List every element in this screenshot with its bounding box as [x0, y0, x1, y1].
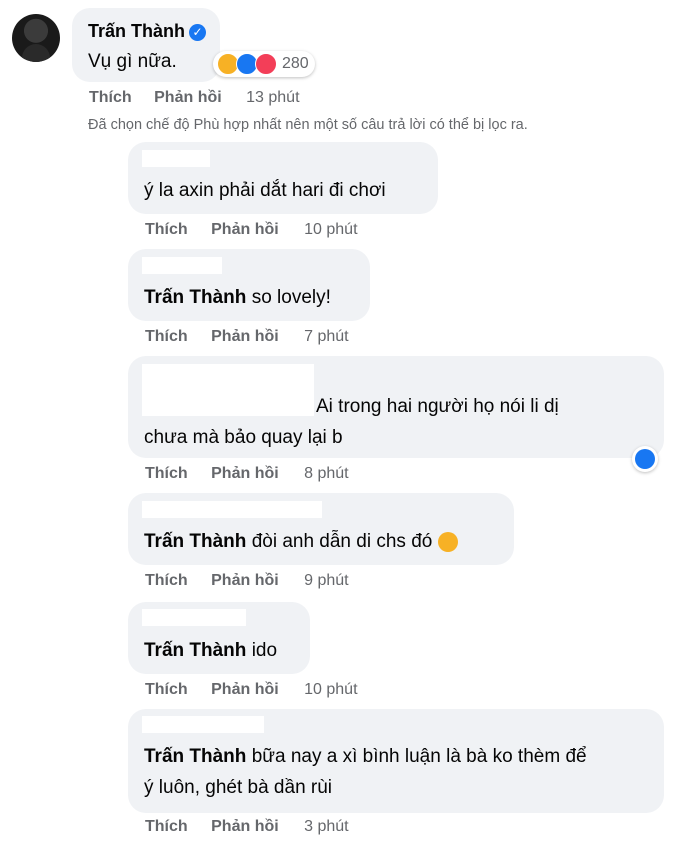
reply-button[interactable]: Phản hồi: [211, 572, 279, 589]
reply-text: ý la axin phải dắt hari đi chơi: [144, 180, 386, 201]
reply-actions: Thích Phản hồi 8 phút: [145, 465, 349, 483]
reply-button[interactable]: Phản hồi: [211, 328, 279, 345]
timestamp[interactable]: 3 phút: [304, 818, 348, 835]
reply-text: Trấn Thành đòi anh dẫn di chs đó: [144, 531, 458, 553]
reply-actions: Thích Phản hồi 10 phút: [145, 681, 358, 699]
reply-actions: Thích Phản hồi 9 phút: [145, 572, 349, 590]
reply-body: ido: [251, 640, 278, 661]
reply-text: Trấn Thành so lovely!: [144, 287, 331, 309]
like-reaction-badge[interactable]: [632, 446, 658, 472]
timestamp[interactable]: 9 phút: [304, 572, 348, 589]
redacted-name: [142, 257, 222, 274]
like-button[interactable]: Thích: [145, 465, 188, 482]
reaction-count: 280: [282, 55, 309, 72]
redacted-name: [142, 716, 264, 733]
reply-button[interactable]: Phản hồi: [211, 818, 279, 835]
redacted-name: [142, 150, 210, 167]
comment-author[interactable]: Trấn Thành ✓: [88, 21, 207, 42]
redacted-name: [142, 609, 246, 626]
love-icon: [255, 53, 277, 75]
like-button[interactable]: Thích: [145, 681, 188, 698]
reply-body: bữa nay a xì bình luận là bà ko thèm để: [251, 746, 587, 767]
avatar[interactable]: [12, 14, 60, 62]
reply-actions: Thích Phản hồi 3 phút: [145, 818, 349, 836]
reply-button[interactable]: Phản hồi: [211, 221, 279, 238]
like-button[interactable]: Thích: [145, 572, 188, 589]
laughing-emoji-icon: [437, 531, 458, 552]
mention-link[interactable]: Trấn Thành: [144, 531, 246, 552]
reply-text-line-2: chưa mà bảo quay lại b: [144, 427, 343, 448]
like-button[interactable]: Thích: [89, 89, 132, 106]
reply-button[interactable]: Phản hồi: [211, 465, 279, 482]
reply-actions: Thích Phản hồi 10 phút: [145, 221, 358, 239]
filter-notice: Đã chọn chế độ Phù hợp nhất nên một số c…: [88, 117, 528, 133]
reply-body: đòi anh dẫn di chs đó: [251, 531, 433, 552]
redacted-name: [142, 501, 322, 518]
reply-button[interactable]: Phản hồi: [154, 89, 222, 106]
timestamp[interactable]: 8 phút: [304, 465, 348, 482]
timestamp[interactable]: 7 phút: [304, 328, 348, 345]
mention-link[interactable]: Trấn Thành: [144, 746, 246, 767]
reply-text: Trấn Thành ido: [144, 640, 277, 662]
mention-link[interactable]: Trấn Thành: [144, 287, 246, 308]
comment-text: Vụ gì nữa.: [88, 51, 177, 72]
timestamp[interactable]: 10 phút: [304, 221, 357, 238]
timestamp[interactable]: 10 phút: [304, 681, 357, 698]
verified-badge-icon: ✓: [189, 23, 207, 41]
like-icon: [635, 449, 655, 469]
reply-button[interactable]: Phản hồi: [211, 681, 279, 698]
reply-actions: Thích Phản hồi 7 phút: [145, 328, 349, 346]
reply-text-line-1: Trấn Thành bữa nay a xì bình luận là bà …: [144, 746, 587, 768]
like-button[interactable]: Thích: [145, 818, 188, 835]
reply-text-line-1: Ai trong hai người họ nói li dị: [316, 396, 559, 417]
author-name[interactable]: Trấn Thành: [88, 21, 185, 41]
reaction-summary[interactable]: 280: [213, 51, 315, 77]
like-button[interactable]: Thích: [145, 221, 188, 238]
timestamp[interactable]: 13 phút: [246, 89, 299, 106]
like-button[interactable]: Thích: [145, 328, 188, 345]
redacted-name: [142, 364, 314, 416]
reply-text-line-2: ý luôn, ghét bà dần rùi: [144, 777, 333, 798]
mention-link[interactable]: Trấn Thành: [144, 640, 246, 661]
comment-actions: Thích Phản hồi 13 phút: [89, 89, 300, 107]
reply-body: so lovely!: [251, 287, 331, 308]
